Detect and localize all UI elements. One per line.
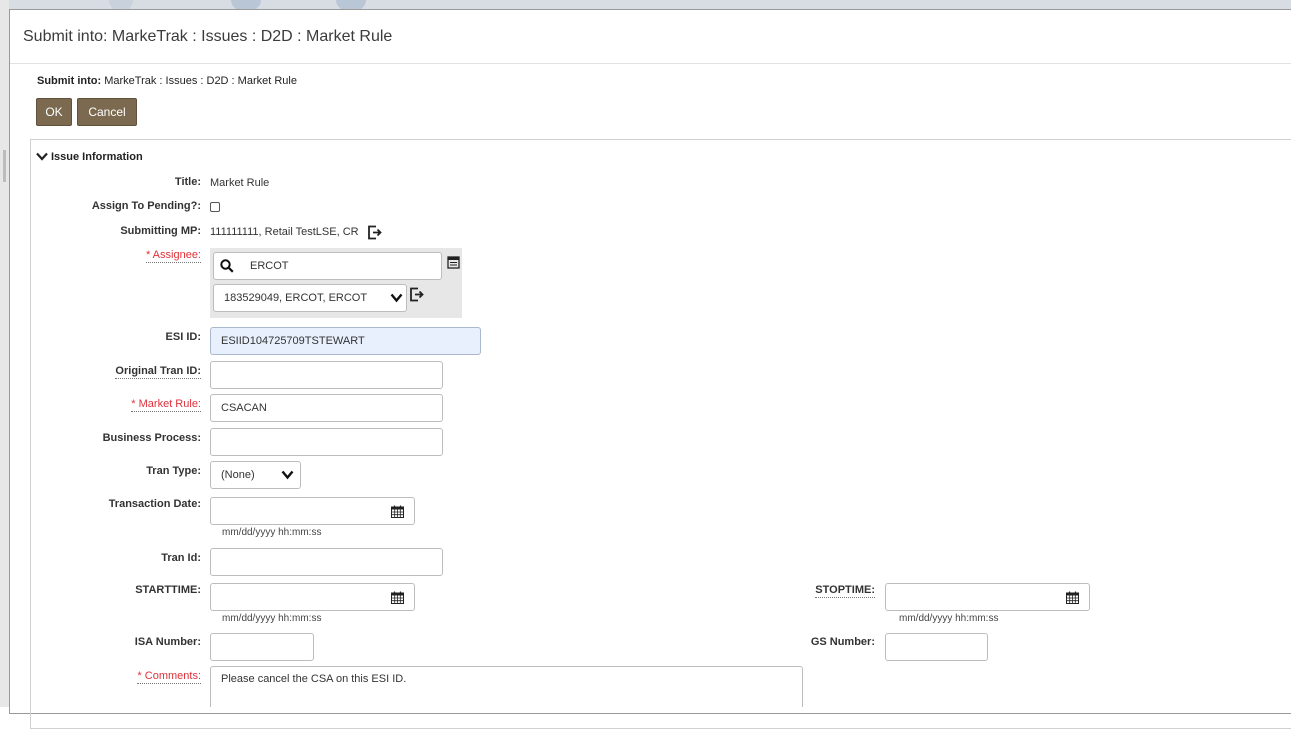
- gs-number-label: GS Number:: [810, 636, 875, 648]
- comments-label-text: * Comments:: [137, 670, 201, 684]
- calendar-icon: [391, 591, 404, 604]
- original-tran-id-label-text: Original Tran ID:: [115, 365, 201, 379]
- esi-id-field[interactable]: ESIID104725709TSTEWART: [210, 327, 481, 355]
- starttime-field[interactable]: [210, 583, 382, 611]
- market-rule-field[interactable]: CSACAN: [210, 394, 443, 422]
- external-link-icon[interactable]: [409, 287, 425, 302]
- stoptime-field[interactable]: [885, 583, 1057, 611]
- transaction-date-calendar-button[interactable]: [381, 497, 415, 525]
- transaction-date-field[interactable]: [210, 497, 382, 525]
- assignee-label: * Assignee:: [33, 249, 201, 263]
- tran-type-selected: (None): [221, 469, 255, 481]
- assignee-search-input[interactable]: ERCOT: [213, 252, 442, 280]
- transaction-date-hint: mm/dd/yyyy hh:mm:ss: [222, 527, 322, 538]
- external-link-icon[interactable]: [367, 225, 383, 240]
- submitting-mp-value: 111111111, Retail TestLSE, CR: [210, 226, 359, 238]
- gs-number-field[interactable]: [885, 633, 988, 661]
- market-rule-label: * Market Rule:: [33, 398, 201, 412]
- ok-button[interactable]: OK: [36, 98, 72, 126]
- calendar-icon: [391, 505, 404, 518]
- title-divider: [10, 63, 1291, 64]
- section-toggle[interactable]: Issue Information: [36, 151, 143, 163]
- background-scroll-marker: [3, 150, 6, 182]
- chevron-down-icon: [36, 152, 48, 161]
- transaction-date-label: Transaction Date:: [108, 498, 201, 510]
- business-process-field[interactable]: [210, 428, 443, 456]
- section-title: Issue Information: [51, 151, 143, 163]
- submit-into-label: Submit into:: [37, 75, 102, 87]
- stoptime-label: STOPTIME:: [707, 584, 875, 598]
- title-label: Title:: [174, 176, 201, 188]
- search-icon: [220, 259, 234, 273]
- submit-into-path: MarkeTrak : Issues : D2D : Market Rule: [104, 75, 297, 87]
- original-tran-id-field[interactable]: [210, 361, 443, 389]
- stoptime-label-text: STOPTIME:: [815, 584, 875, 598]
- starttime-calendar-button[interactable]: [381, 583, 415, 611]
- tran-id-label: Tran Id:: [161, 552, 201, 564]
- business-process-label: Business Process:: [102, 432, 201, 444]
- comments-label: * Comments:: [33, 670, 201, 684]
- chevron-down-icon: [390, 293, 403, 303]
- submit-into-line: Submit into: MarkeTrak : Issues : D2D : …: [37, 75, 297, 87]
- cancel-button[interactable]: Cancel: [77, 98, 137, 126]
- market-rule-label-text: * Market Rule:: [131, 398, 201, 412]
- original-tran-id-label: Original Tran ID:: [33, 365, 201, 379]
- assignee-selected-value: 183529049, ERCOT, ERCOT: [224, 292, 368, 304]
- stoptime-hint: mm/dd/yyyy hh:mm:ss: [899, 613, 999, 624]
- assignee-select[interactable]: 183529049, ERCOT, ERCOT: [213, 284, 407, 312]
- starttime-label: STARTTIME:: [135, 584, 201, 596]
- background-app-edge: [0, 0, 9, 707]
- dialog-title: Submit into: MarkeTrak : Issues : D2D : …: [23, 28, 393, 45]
- stoptime-calendar-button[interactable]: [1056, 583, 1090, 611]
- chevron-down-icon: [281, 470, 294, 480]
- esi-id-label: ESI ID:: [165, 331, 201, 343]
- submitting-mp-label: Submitting MP:: [120, 225, 201, 237]
- submit-dialog: Submit into: MarkeTrak : Issues : D2D : …: [9, 9, 1291, 729]
- calendar-icon: [1066, 591, 1079, 604]
- tran-id-field[interactable]: [210, 548, 443, 576]
- title-value: Market Rule: [210, 177, 270, 189]
- isa-number-field[interactable]: [210, 633, 314, 661]
- tran-type-label: Tran Type:: [146, 465, 201, 477]
- assignee-label-text: * Assignee:: [145, 249, 201, 263]
- isa-number-label: ISA Number:: [134, 636, 201, 648]
- starttime-hint: mm/dd/yyyy hh:mm:ss: [222, 613, 322, 624]
- assign-pending-checkbox[interactable]: [210, 202, 220, 212]
- assign-pending-label: Assign To Pending?:: [91, 200, 201, 212]
- list-icon[interactable]: [447, 256, 460, 269]
- comments-textarea[interactable]: Please cancel the CSA on this ESI ID.: [210, 666, 803, 707]
